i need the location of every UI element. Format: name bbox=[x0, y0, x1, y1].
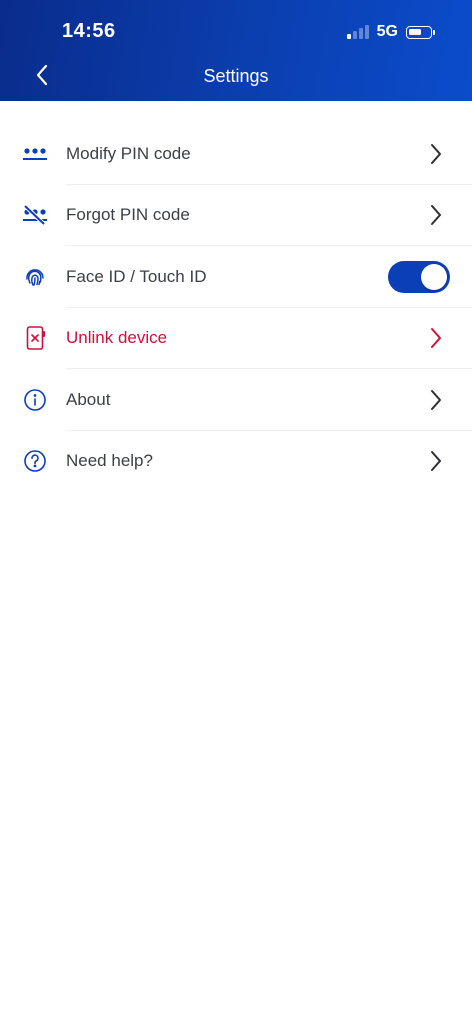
settings-item-label: Need help? bbox=[66, 451, 153, 471]
toggle-knob bbox=[421, 263, 447, 290]
settings-list: Modify PIN code Forgot PIN code Face ID … bbox=[0, 123, 472, 492]
status-indicators: 5G bbox=[346, 22, 435, 42]
settings-item-label: Forgot PIN code bbox=[66, 205, 190, 225]
signal-icon bbox=[346, 25, 369, 39]
settings-item-biometrics: Face ID / Touch ID bbox=[0, 246, 472, 308]
page-title: Settings bbox=[203, 66, 269, 86]
settings-item-label: Unlink device bbox=[66, 328, 168, 348]
settings-item-label: Modify PIN code bbox=[66, 143, 191, 163]
status-time: 14:56 bbox=[62, 20, 116, 42]
pin-dots-icon bbox=[22, 141, 48, 167]
face-id-toggle[interactable] bbox=[388, 260, 450, 293]
chevron-right-icon bbox=[428, 203, 444, 227]
settings-item-unlink-device[interactable]: Unlink device bbox=[0, 308, 472, 369]
settings-item-label: About bbox=[66, 389, 111, 409]
chevron-right-icon bbox=[428, 326, 444, 350]
app-header: 14:56 5G Settings bbox=[0, 0, 472, 101]
network-type: 5G bbox=[376, 23, 398, 40]
help-icon bbox=[22, 448, 48, 474]
chevron-right-icon bbox=[428, 142, 444, 166]
chevron-right-icon bbox=[428, 449, 444, 473]
settings-item-forgot-pin[interactable]: Forgot PIN code bbox=[0, 185, 472, 246]
battery-icon bbox=[406, 25, 435, 39]
settings-item-modify-pin[interactable]: Modify PIN code bbox=[0, 123, 472, 185]
pin-off-icon bbox=[22, 202, 48, 228]
settings-item-need-help[interactable]: Need help? bbox=[0, 431, 472, 493]
settings-item-label: Face ID / Touch ID bbox=[66, 266, 207, 286]
settings-item-about[interactable]: About bbox=[0, 369, 472, 431]
info-icon bbox=[22, 387, 48, 413]
chevron-right-icon bbox=[428, 388, 444, 412]
fingerprint-icon bbox=[22, 264, 48, 290]
unlink-device-icon bbox=[22, 325, 48, 351]
